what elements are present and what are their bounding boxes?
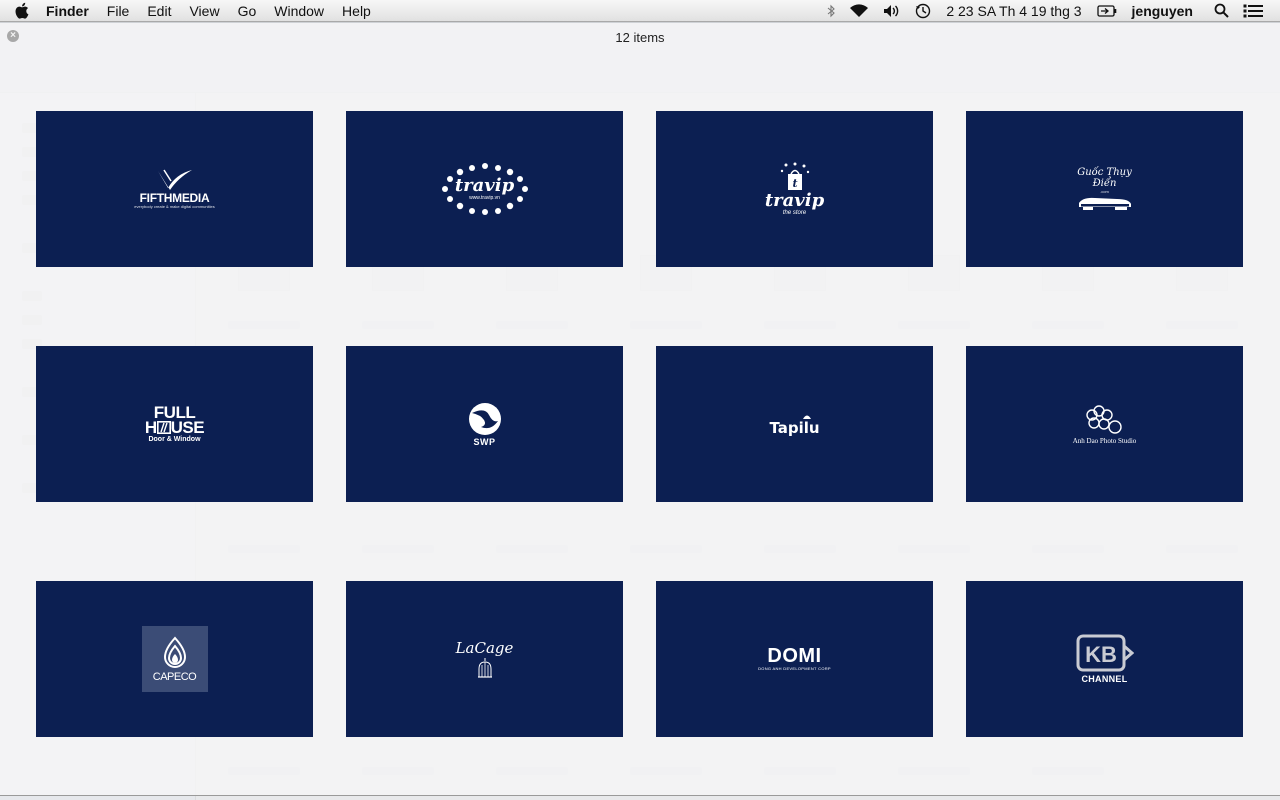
- thumbnail-fullhouse[interactable]: FULL H USE Door & Window: [36, 346, 313, 502]
- logo-subtitle: Anh Dao Photo Studio: [1072, 436, 1137, 445]
- logo-tagline: everybody create & make digital communit…: [134, 204, 215, 209]
- logo-guoc-thuy-dien: Guốc Thụy Điển .com: [1075, 167, 1135, 211]
- logo-subtitle: Door & Window: [148, 435, 201, 443]
- kb-badge-icon: KB: [1076, 634, 1134, 672]
- thumbnail-fifthmedia[interactable]: FIFTHMEDIA everybody create & make digit…: [36, 111, 313, 267]
- swirl-sphere-icon: [468, 402, 501, 435]
- logo-text: Tapilu: [769, 419, 820, 437]
- thumbnail-guoc-thuy-dien[interactable]: Guốc Thụy Điển .com: [966, 111, 1243, 267]
- svg-text:KB: KB: [1085, 642, 1117, 667]
- birdcage-icon: [477, 657, 492, 678]
- menu-go[interactable]: Go: [229, 0, 266, 22]
- logo-text: LaCage: [455, 638, 514, 657]
- logo-domi: DOMI DONG ANH DEVELOPMENT CORP: [758, 646, 831, 672]
- menu-help[interactable]: Help: [333, 0, 380, 22]
- logo-fifthmedia: FIFTHMEDIA everybody create & make digit…: [134, 168, 215, 210]
- notification-center-icon[interactable]: [1243, 0, 1263, 22]
- apple-icon: [15, 2, 28, 19]
- logo-text-line2: H USE: [145, 419, 205, 436]
- thumbnail-anh-dao[interactable]: Anh Dao Photo Studio: [966, 346, 1243, 502]
- menu-edit[interactable]: Edit: [138, 0, 180, 22]
- thumbnail-kb-channel[interactable]: KB CHANNEL: [966, 581, 1243, 737]
- clog-shoe-icon: [1078, 197, 1131, 210]
- menu-window[interactable]: Window: [265, 0, 333, 22]
- window-icon: [156, 420, 171, 434]
- logo-text: Guốc Thụy Điển: [1077, 167, 1132, 189]
- swoosh-icon: [158, 169, 193, 190]
- thumbnail-lacage[interactable]: LaCage: [346, 581, 623, 737]
- flame-drop-icon: [163, 636, 186, 668]
- logo-subtitle: DONG ANH DEVELOPMENT CORP: [758, 666, 831, 671]
- thumbnail-domi[interactable]: DOMI DONG ANH DEVELOPMENT CORP: [656, 581, 933, 737]
- thumbnail-swp[interactable]: SWP: [346, 346, 623, 502]
- logo-domain: .com: [1100, 189, 1109, 194]
- logo-text: CHANNEL: [1081, 674, 1128, 684]
- time-machine-icon[interactable]: [915, 0, 931, 22]
- thumbnail-travip-oval[interactable]: travip www.travip.vn: [346, 111, 623, 267]
- logo-text: travip: [764, 189, 825, 211]
- menubar-clock[interactable]: 2 23 SA Th 4 19 thg 3: [938, 0, 1089, 22]
- svg-text:t: t: [792, 177, 797, 190]
- menu-file[interactable]: File: [98, 0, 139, 22]
- wifi-icon[interactable]: [849, 0, 869, 22]
- logo-subtitle: the store: [782, 209, 807, 216]
- logo-url: www.travip.vn: [469, 194, 500, 201]
- thumbnail-travip-store[interactable]: t travip the store: [656, 111, 933, 267]
- logo-text: DOMI: [767, 645, 822, 667]
- logo-swp: SWP: [467, 401, 503, 448]
- menu-finder[interactable]: Finder: [42, 0, 98, 22]
- logo-travip-oval: travip www.travip.vn: [440, 162, 530, 216]
- logo-travip-store: t travip the store: [765, 162, 824, 217]
- logo-kb-channel: KB CHANNEL: [1076, 634, 1134, 684]
- logo-tapilu: Tapilu: [765, 412, 825, 436]
- input-source-icon[interactable]: [1096, 0, 1117, 22]
- cherry-blossom-icon: [1085, 404, 1122, 434]
- logo-capeco: CAPECO: [141, 626, 208, 692]
- logo-anh-dao: Anh Dao Photo Studio: [1072, 403, 1137, 446]
- logo-lacage: LaCage: [455, 638, 514, 679]
- bluetooth-icon[interactable]: [827, 0, 836, 22]
- thumbnail-tapilu[interactable]: Tapilu: [656, 346, 933, 502]
- quicklook-index-sheet: × 12 items FIFTHMEDIA everybody create &…: [0, 23, 1280, 796]
- logo-fullhouse: FULL H USE Door & Window: [145, 404, 205, 444]
- logo-text: CAPECO: [152, 671, 197, 683]
- quicklook-title: 12 items: [615, 30, 665, 45]
- logo-text: SWP: [473, 436, 496, 447]
- menu-bar: Finder File Edit View Go Window Help 2 2…: [0, 0, 1280, 22]
- apple-menu[interactable]: [0, 0, 42, 22]
- shopping-bag-icon: t: [780, 162, 809, 190]
- volume-icon[interactable]: [883, 0, 901, 22]
- menubar-user[interactable]: jenguyen: [1124, 0, 1207, 22]
- spotlight-search-icon[interactable]: [1214, 0, 1229, 22]
- logo-text: travip: [454, 174, 515, 196]
- logo-text: FIFTHMEDIA: [139, 191, 210, 205]
- menu-view[interactable]: View: [180, 0, 228, 22]
- thumbnail-capeco[interactable]: CAPECO: [36, 581, 313, 737]
